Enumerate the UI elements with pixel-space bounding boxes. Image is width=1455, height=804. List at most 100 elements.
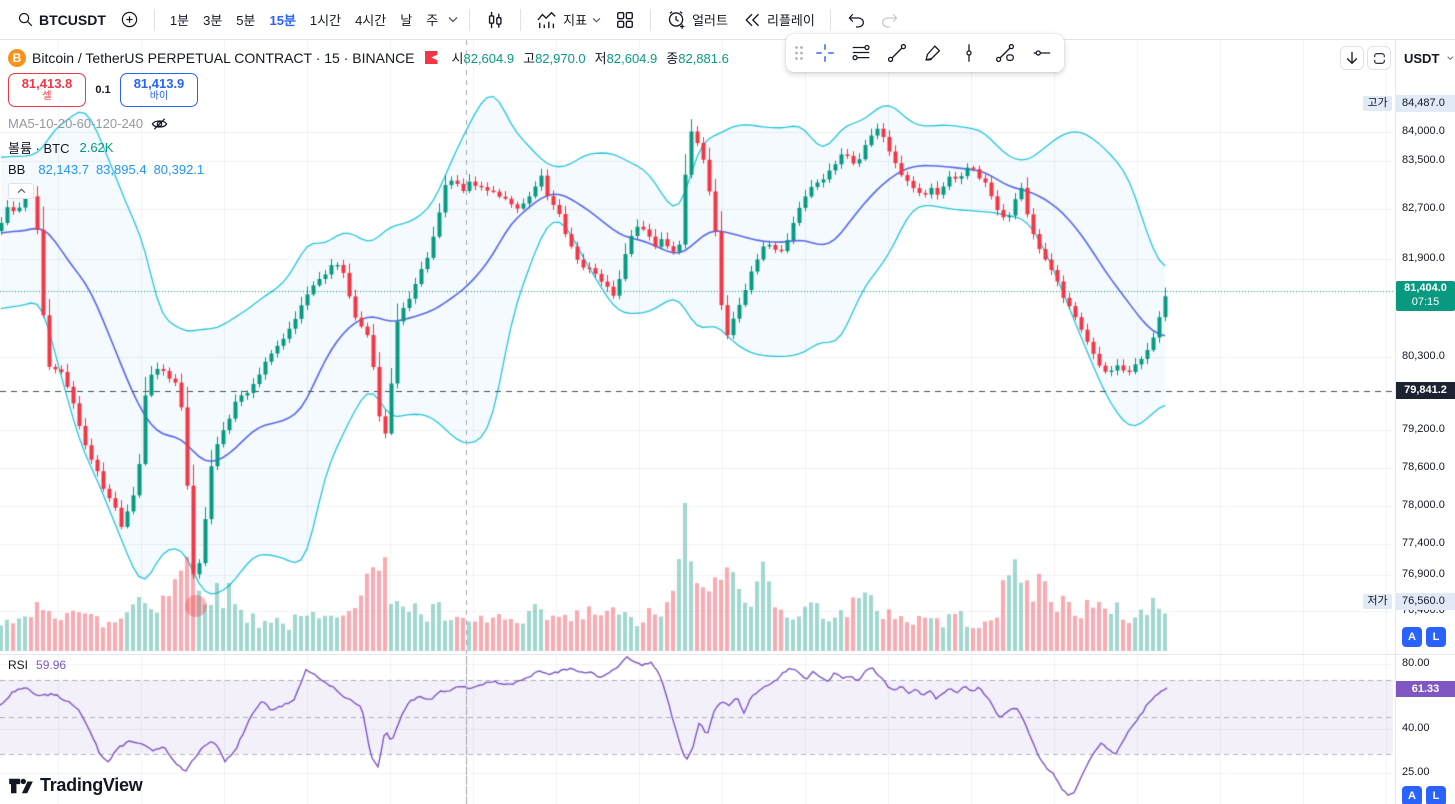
toolbar-separator (469, 8, 471, 31)
buy-label: 바이 (149, 91, 169, 102)
floating-drawing-toolbar[interactable] (786, 34, 1064, 72)
buy-button[interactable]: 81,413.9 바이 (120, 73, 198, 107)
price-tick: 80.00 (1402, 657, 1430, 669)
bb-legend-values: 82,143.7 83,895.4 80,392.1 (31, 162, 204, 177)
path-tool[interactable] (988, 36, 1022, 70)
low-price-chip: 저가 (1363, 594, 1392, 609)
top-toolbar: BTCUSDT 1분 3분 5분 15분 1시간 4시간 날 주 지표 얼러트 … (0, 0, 1455, 40)
timeframe-주[interactable]: 주 (419, 6, 445, 33)
trade-buttons-row: 81,413.8 셀 0.1 81,413.9 바이 (8, 73, 729, 107)
timeframe-3분[interactable]: 3분 (196, 6, 229, 33)
tradingview-mark-icon (9, 778, 33, 793)
timeframe-1분[interactable]: 1분 (163, 6, 196, 33)
price-tick: 76,900.0 (1402, 568, 1445, 580)
symbol-search-button[interactable]: BTCUSDT (10, 7, 113, 32)
horizontal-lines-tool[interactable] (844, 36, 878, 70)
indicators-button[interactable]: 지표 (529, 6, 608, 34)
alert-button[interactable]: 얼러트 (659, 5, 735, 34)
volume-legend-label[interactable]: 볼륨 · BTC (8, 138, 69, 157)
alarm-clock-icon (666, 9, 687, 30)
horizontal-ray-tool[interactable] (1024, 36, 1058, 70)
toolbar-separator (520, 8, 522, 31)
volume-legend-value: 2.62K (79, 140, 114, 155)
alert-label: 얼러트 (692, 13, 728, 28)
price-tick: 81,900.0 (1402, 252, 1445, 264)
price-tick: 78,600.0 (1402, 461, 1445, 473)
log-scale-button[interactable]: L (1426, 627, 1446, 647)
price-tick: 40.00 (1402, 722, 1430, 734)
plus-circle-icon (120, 10, 139, 29)
log-scale-button[interactable]: L (1426, 786, 1446, 804)
toolbar-separator (153, 8, 155, 31)
level-price-tag: 79,841.2 (1396, 382, 1455, 399)
sell-button[interactable]: 81,413.8 셀 (8, 73, 86, 107)
toolbar-separator (829, 8, 831, 31)
eye-off-icon[interactable] (151, 117, 168, 131)
bb-legend-label[interactable]: BB (8, 162, 25, 177)
replay-button[interactable]: 리플레이 (735, 6, 822, 33)
timeframe-4시간[interactable]: 4시간 (348, 6, 393, 33)
replay-icon (742, 11, 762, 29)
redo-icon (880, 11, 900, 29)
layout-templates-button[interactable] (608, 6, 642, 34)
last-price-value: 81,404.0 (1404, 282, 1447, 294)
indicators-icon (536, 10, 558, 30)
ohlc-item: 저82,604.9 (594, 51, 658, 66)
price-tick: 84,000.0 (1402, 125, 1445, 137)
timeframe-15분[interactable]: 15분 (263, 6, 303, 33)
timeframe-group: 1분 3분 5분 15분 1시간 4시간 날 주 (163, 6, 445, 33)
last-price-tag: 81,404.0 07:15 (1396, 281, 1455, 311)
rsi-legend[interactable]: RSI 59.96 (8, 658, 66, 672)
price-tick: 79,200.0 (1402, 423, 1445, 435)
tradingview-logo[interactable]: TradingView (8, 775, 143, 796)
sell-label: 셀 (42, 91, 52, 102)
redo-button[interactable] (873, 7, 907, 33)
pane-separator[interactable] (0, 654, 1455, 655)
currency-dropdown[interactable]: USDT (1398, 46, 1454, 70)
price-tick: 82,700.0 (1402, 202, 1445, 214)
rsi-value-tag: 61.33 (1396, 681, 1455, 697)
ohlc-item: 고82,970.0 (523, 51, 586, 66)
timeframe-날[interactable]: 날 (393, 6, 419, 33)
brush-tool[interactable] (916, 36, 950, 70)
price-tick: 83,500.0 (1402, 154, 1445, 166)
sell-price: 81,413.8 (21, 76, 73, 91)
ohlc-item: 시82,604.9 (451, 51, 515, 66)
ohlc-item: 종82,881.6 (666, 51, 729, 66)
timeframe-1시간[interactable]: 1시간 (303, 6, 348, 33)
legend-collapse-button[interactable] (8, 183, 34, 199)
search-icon (17, 11, 34, 28)
crosshair-tool[interactable] (808, 36, 842, 70)
compare-add-button[interactable] (113, 6, 146, 33)
undo-button[interactable] (839, 7, 873, 33)
auto-scale-button[interactable]: A (1402, 786, 1422, 804)
low-price-value: 76,560.0 (1396, 593, 1455, 610)
timeframe-5분[interactable]: 5분 (229, 6, 262, 33)
bb-value: 80,392.1 (153, 162, 205, 177)
replay-label: 리플레이 (766, 13, 815, 28)
undo-icon (846, 11, 866, 29)
scroll-to-recent-button[interactable] (1340, 46, 1364, 70)
symbol-title[interactable]: Bitcoin / TetherUS PERPETUAL CONTRACT · … (32, 50, 415, 66)
auto-scale-button[interactable]: A (1402, 627, 1422, 647)
ohlc-values: 시82,604.9 고82,970.0 저82,604.9 종82,881.6 (452, 48, 729, 67)
chevron-down-icon (592, 17, 601, 23)
candles-icon (485, 9, 505, 31)
price-tick: 80,300.0 (1402, 350, 1445, 362)
maximize-pane-button[interactable] (1367, 46, 1391, 70)
bb-value: 82,143.7 (38, 162, 89, 177)
indicators-label: 지표 (563, 13, 588, 28)
buy-price: 81,413.9 (133, 76, 185, 91)
chart-type-button[interactable] (478, 5, 512, 35)
trend-line-tool[interactable] (880, 36, 914, 70)
bitcoin-icon: B (8, 48, 26, 67)
vertical-line-tool[interactable] (952, 36, 986, 70)
ma-legend-label[interactable]: MA5-10-20-60-120-240 (8, 116, 143, 131)
timeframe-menu-chevron-icon[interactable] (445, 12, 461, 27)
toolbar-drag-handle[interactable] (792, 36, 806, 70)
last-price-time: 07:15 (1411, 296, 1440, 308)
high-price-value: 84,487.0 (1396, 95, 1455, 112)
rsi-legend-value: 59.96 (36, 658, 67, 672)
grid-layout-icon (615, 10, 635, 30)
chart-legend: B Bitcoin / TetherUS PERPETUAL CONTRACT … (8, 48, 729, 199)
